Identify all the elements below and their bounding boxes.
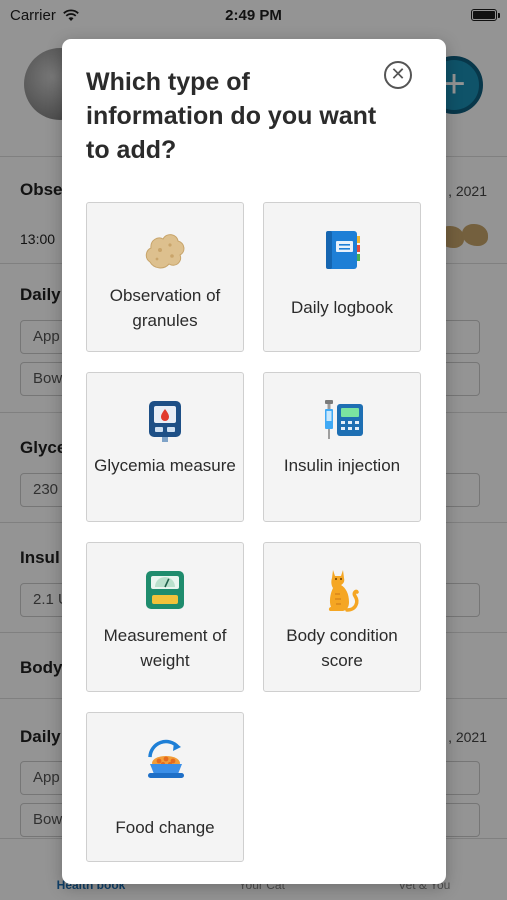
logbook-icon [317,225,367,275]
status-left: Carrier [10,7,80,24]
option-label: Observation of granules [109,286,221,330]
option-observation-of-granules[interactable]: Observation of granules [86,202,244,352]
option-insulin-injection[interactable]: Insulin injection [263,372,421,522]
scale-icon [140,565,190,615]
close-button[interactable]: ✕ [384,61,412,89]
wifi-icon [63,9,79,21]
option-glycemia-measure[interactable]: Glycemia measure [86,372,244,522]
option-label: Daily logbook [290,298,394,317]
option-label: Food change [115,818,215,837]
add-information-modal: Which type of information do you want to… [62,39,446,884]
modal-title: Which type of information do you want to… [86,68,377,164]
glucometer-icon [140,395,190,445]
option-label: Insulin injection [283,456,401,475]
close-icon: ✕ [390,64,406,84]
carrier-label: Carrier [10,6,56,24]
option-food-change[interactable]: Food change [86,712,244,862]
cat-icon [317,565,367,615]
option-measurement-of-weight[interactable]: Measurement of weight [86,542,244,692]
option-label: Measurement of weight [103,626,227,670]
option-label: Body condition score [286,626,398,670]
granule-icon [140,225,190,275]
insulin-syringe-icon [317,395,367,445]
option-label: Glycemia measure [94,456,236,475]
battery-icon [471,9,500,21]
option-body-condition-score[interactable]: Body condition score [263,542,421,692]
option-daily-logbook[interactable]: Daily logbook [263,202,421,352]
status-bar: Carrier 2:49 PM [0,0,507,30]
food-bowl-icon [140,735,190,785]
